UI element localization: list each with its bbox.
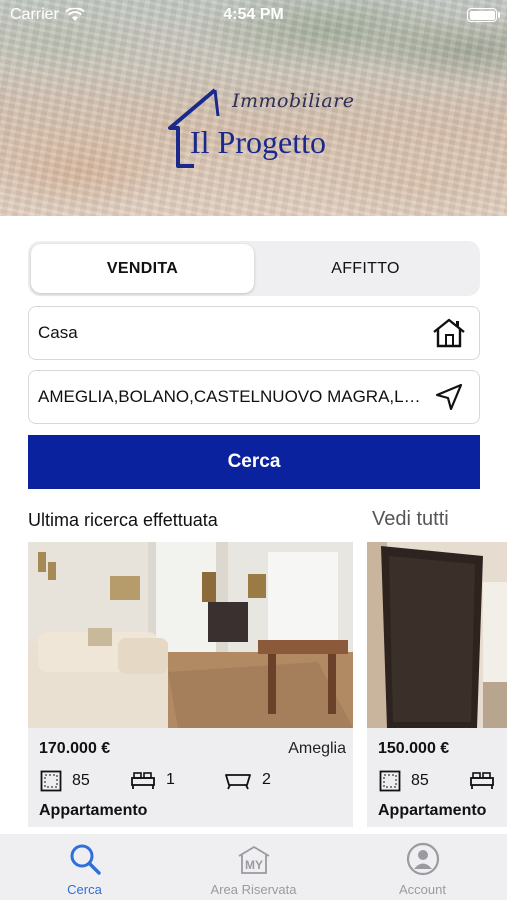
search-button[interactable]: Cerca: [28, 435, 480, 489]
logo-name: Il Progetto: [190, 124, 326, 160]
status-time: 4:54 PM: [223, 6, 284, 23]
search-icon: [70, 844, 101, 875]
listing-bedrooms: [469, 770, 495, 790]
segment-vendita[interactable]: VENDITA: [31, 244, 254, 293]
listing-sqm: 85: [411, 772, 429, 789]
listing-town: Ameglia: [288, 740, 346, 757]
listing-bathrooms: 2: [224, 770, 271, 790]
listing-photo: [28, 542, 353, 728]
listing-card[interactable]: 170.000 € Ameglia 85 1 2 Appartamento: [28, 542, 353, 827]
tab-area-riservata[interactable]: MY Area Riservata: [169, 834, 338, 900]
bathtub-icon: [225, 774, 251, 790]
location-arrow-icon[interactable]: [431, 379, 467, 415]
battery-icon: [467, 8, 500, 22]
hero-banner: Carrier 4:54 PM Immobiliare Il Progetto: [0, 0, 507, 216]
segment-affitto[interactable]: AFFITTO: [254, 244, 477, 293]
listing-bedrooms: 1: [130, 770, 175, 790]
tab-label: Area Riservata: [210, 882, 297, 897]
tab-account[interactable]: Account: [338, 834, 507, 900]
property-type-value: Casa: [38, 323, 78, 342]
see-all-link[interactable]: Vedi tutti: [372, 508, 449, 531]
location-value: AMEGLIA,BOLANO,CASTELNUOVO MAGRA,LERICI,…: [38, 387, 431, 406]
tab-bar: Cerca MY Area Riservata Account: [0, 834, 507, 900]
listing-sqm: 85: [72, 772, 90, 789]
bed-icon: [131, 772, 155, 789]
status-bar: Carrier 4:54 PM: [0, 0, 507, 30]
listing-area: 85: [40, 770, 90, 792]
tab-cerca[interactable]: Cerca: [0, 834, 169, 900]
tab-label: Cerca: [67, 882, 102, 897]
listing-price: 170.000 €: [39, 740, 111, 757]
logo-script: Immobiliare: [232, 90, 355, 112]
listing-area: 85: [379, 770, 429, 792]
user-circle-icon: [406, 842, 439, 876]
tab-label: Account: [399, 882, 446, 897]
area-icon: [379, 770, 401, 792]
app-screen: Carrier 4:54 PM Immobiliare Il Progetto …: [0, 0, 507, 900]
listing-photo: [367, 542, 507, 728]
brand-logo: Immobiliare Il Progetto: [160, 86, 360, 170]
listing-type: Appartamento: [378, 802, 487, 819]
listing-bathrooms-count: 2: [262, 771, 271, 788]
listing-card[interactable]: 150.000 € 85 Appartamento: [367, 542, 507, 827]
svg-text:MY: MY: [245, 858, 263, 872]
property-type-field[interactable]: Casa: [28, 306, 480, 360]
area-icon: [40, 770, 62, 792]
bed-icon: [470, 772, 494, 789]
listing-bedrooms-count: 1: [166, 771, 175, 788]
recent-search-title: Ultima ricerca effettuata: [28, 510, 218, 530]
location-field[interactable]: AMEGLIA,BOLANO,CASTELNUOVO MAGRA,LERICI,…: [28, 370, 480, 424]
listing-type: Appartamento: [39, 802, 148, 819]
listing-price: 150.000 €: [378, 740, 450, 757]
sale-rent-segment: VENDITA AFFITTO: [28, 241, 480, 296]
my-house-icon: MY: [238, 846, 269, 874]
home-icon: [431, 315, 467, 351]
